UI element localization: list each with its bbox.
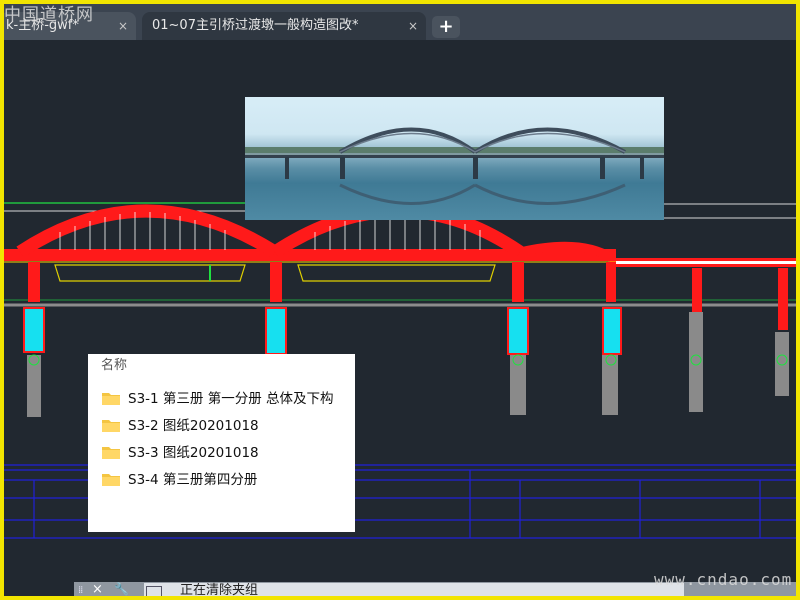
watermark-top: 中国道桥网 <box>4 5 94 25</box>
command-text: 正在清除夹组 <box>180 583 259 598</box>
list-item[interactable]: S3-4 第三册第四分册 <box>102 469 352 491</box>
close-icon[interactable]: × <box>118 12 128 40</box>
pier-5 <box>689 268 703 412</box>
folder-icon <box>102 474 120 486</box>
pier-4 <box>602 262 622 415</box>
close-icon[interactable]: × <box>408 12 418 40</box>
list-item[interactable]: S3-3 图纸20201018 <box>102 442 352 464</box>
deck-highlight <box>616 261 800 264</box>
pier-2 <box>265 262 287 355</box>
file-name: S3-3 图纸20201018 <box>128 445 259 461</box>
file-name: S3-4 第三册第四分册 <box>128 472 258 488</box>
folder-icon <box>102 447 120 459</box>
tab-bar: k-主桥-gwf* × 01~07主引桥过渡墩一般构造图改* × + <box>0 0 800 40</box>
watermark-bottom: www.cndao.com <box>654 570 793 589</box>
bridge-photo <box>245 97 664 220</box>
file-name: S3-2 图纸20201018 <box>128 418 259 434</box>
command-prompt-icon <box>146 586 162 598</box>
pier-6 <box>775 268 789 396</box>
command-input[interactable]: 正在清除夹组 <box>144 583 684 600</box>
list-item[interactable]: S3-2 图纸20201018 <box>102 415 352 437</box>
file-name: S3-1 第三册 第一分册 总体及下构 <box>128 391 334 407</box>
arch-bridge-reflection-photo <box>245 127 664 205</box>
close-icon[interactable]: × <box>92 582 103 597</box>
column-header-name[interactable]: 名称 <box>101 354 127 373</box>
pier-1 <box>23 262 45 417</box>
add-tab-button[interactable]: + <box>432 16 460 38</box>
wrench-icon[interactable]: 🔧 <box>114 582 129 596</box>
pier-3 <box>507 262 529 415</box>
drag-handle-icon[interactable]: ⁞⁞ <box>78 585 83 596</box>
tab-label: 01~07主引桥过渡墩一般构造图改* <box>152 18 359 33</box>
arch-1 <box>16 204 279 258</box>
tab-guodudun[interactable]: 01~07主引桥过渡墩一般构造图改* × <box>142 12 426 40</box>
section-outline-1 <box>54 264 246 282</box>
file-list-panel: 名称 S3-1 第三册 第一分册 总体及下构 S3-2 图纸20201018 S… <box>88 354 355 532</box>
section-outline-2 <box>297 264 496 282</box>
folder-icon <box>102 393 120 405</box>
folder-icon <box>102 420 120 432</box>
list-item[interactable]: S3-1 第三册 第一分册 总体及下构 <box>102 388 352 410</box>
